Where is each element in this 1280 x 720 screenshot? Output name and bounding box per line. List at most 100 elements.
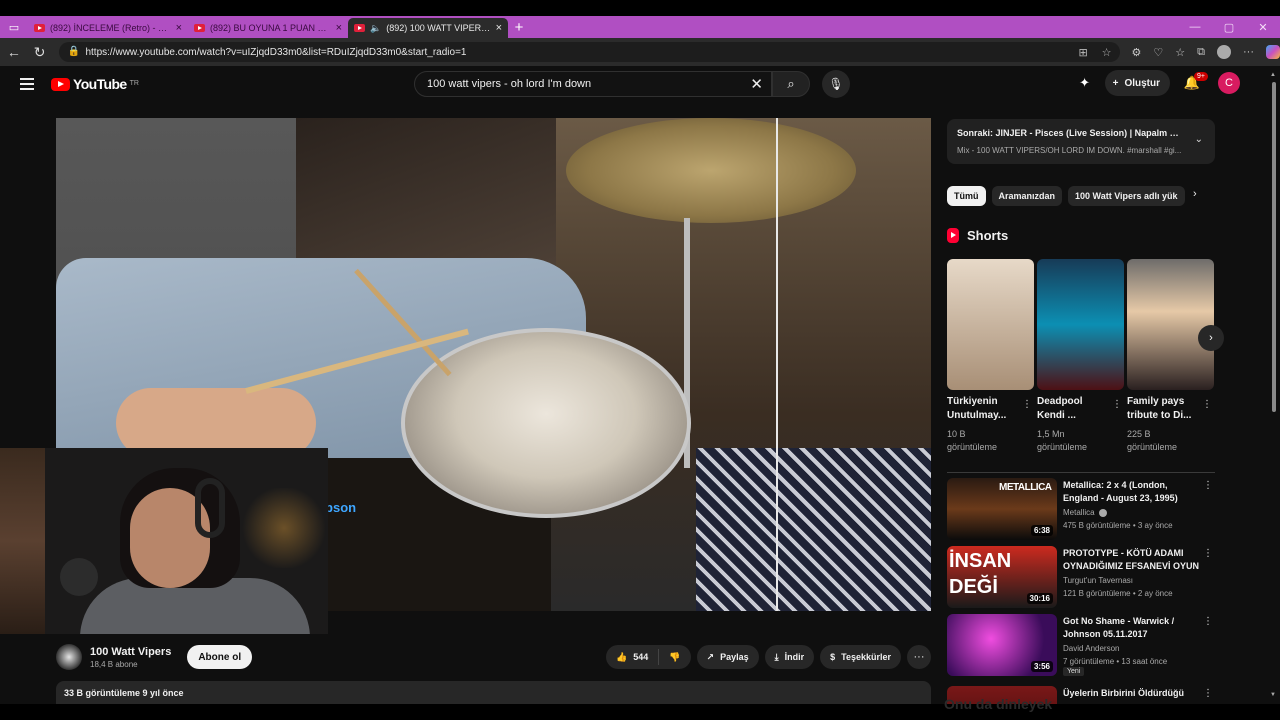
favorite-star-icon[interactable]: ☆ xyxy=(1102,46,1112,59)
cymbal xyxy=(566,118,856,223)
video-thumbnail[interactable]: METALLICA 6:38 xyxy=(947,478,1057,540)
video-item[interactable]: İNSAN DEĞİ 30:16 PROTOTYPE - KÖTÜ ADAMI … xyxy=(947,546,1215,610)
copilot-icon[interactable] xyxy=(1266,45,1280,59)
chip-from-search[interactable]: Aramanızdan xyxy=(991,186,1063,206)
channel-row: 100 Watt Vipers 18,4 B abone Abone ol 👍 … xyxy=(56,640,931,674)
scroll-up-arrow-icon[interactable]: ▲ xyxy=(1270,72,1276,78)
create-button[interactable]: + Oluştur xyxy=(1104,70,1170,96)
page-scrollbar[interactable]: ▲ ▼ xyxy=(1268,66,1280,704)
short-title[interactable]: Deadpool Kendi ... xyxy=(1037,395,1109,423)
new-tab-icon[interactable]: + xyxy=(508,16,530,38)
video-thumbnail[interactable]: İNSAN DEĞİ 30:16 xyxy=(947,546,1057,608)
clear-search-icon[interactable]: ✕ xyxy=(750,75,763,93)
tab-close-icon[interactable]: × xyxy=(336,22,342,34)
more-actions-icon[interactable]: ··· xyxy=(907,645,931,669)
video-meta: 475 B görüntüleme • 3 ay önce xyxy=(1063,521,1173,530)
thanks-button[interactable]: $ Teşekkürler xyxy=(820,645,901,669)
search-button[interactable]: ⌕ xyxy=(772,71,810,97)
short-title[interactable]: Family pays tribute to Di... xyxy=(1127,395,1199,423)
browser-tab-3[interactable]: 🔈 (892) 100 WATT VIPERS/OH × xyxy=(348,18,508,38)
video-title[interactable]: Got No Shame - Warwick / Johnson 05.11.2… xyxy=(1063,615,1203,641)
browser-tab-2[interactable]: (892) BU OYUNA 1 PUAN VERİYO × xyxy=(188,18,348,38)
browser-essentials-icon[interactable]: ♡ xyxy=(1153,46,1163,59)
short-views-suffix: görüntüleme xyxy=(1037,442,1088,452)
youtube-logo[interactable]: YouTube TR xyxy=(51,76,139,92)
search-input[interactable]: 100 watt vipers - oh lord I'm down ✕ xyxy=(414,71,772,97)
short-title[interactable]: Türkiyenin Unutulmay... xyxy=(947,395,1019,423)
search-value: 100 watt vipers - oh lord I'm down xyxy=(427,78,592,90)
account-avatar[interactable]: C xyxy=(1218,72,1240,94)
download-button[interactable]: ⤓ İndir xyxy=(764,645,815,669)
kebab-menu-icon[interactable]: ⋮ xyxy=(1203,688,1213,699)
collections-icon[interactable]: ⧉ xyxy=(1197,46,1205,59)
hamburger-menu-icon[interactable] xyxy=(20,78,34,90)
like-button[interactable]: 👍 544 xyxy=(606,649,660,665)
share-button[interactable]: ↗ Paylaş xyxy=(696,645,759,669)
shorts-next-button[interactable]: › xyxy=(1198,325,1224,351)
settings-more-icon[interactable]: ··· xyxy=(1243,46,1254,58)
scrollbar-thumb[interactable] xyxy=(1272,82,1276,412)
browser-tab-bar: ▭ (892) İNCELEME (Retro) - MAX PA × (892… xyxy=(0,16,1280,38)
video-thumbnail[interactable]: 3:56 xyxy=(947,614,1057,676)
video-title[interactable]: Metallica: 2 x 4 (London, England - Augu… xyxy=(1063,479,1203,505)
minimize-icon[interactable]: — xyxy=(1178,16,1212,38)
notifications-button[interactable]: 🔔 9+ xyxy=(1180,71,1208,95)
favorites-icon[interactable]: ☆ xyxy=(1175,46,1185,59)
kebab-menu-icon[interactable]: ⋮ xyxy=(1112,399,1122,410)
speaker-icon[interactable]: 🔈 xyxy=(370,23,381,34)
kebab-menu-icon[interactable]: ⋮ xyxy=(1203,480,1213,491)
like-count: 544 xyxy=(633,652,649,662)
short-thumbnail[interactable] xyxy=(947,259,1034,390)
close-window-icon[interactable]: ✕ xyxy=(1246,16,1280,38)
short-item[interactable]: Türkiyenin Unutulmay... ⋮ 10 B görüntüle… xyxy=(947,259,1034,452)
short-thumbnail[interactable] xyxy=(1037,259,1124,390)
download-icon: ⤓ xyxy=(774,651,779,662)
short-thumbnail[interactable] xyxy=(1127,259,1214,390)
chip-channel-uploads[interactable]: 100 Watt Vipers adlı yük xyxy=(1068,186,1185,206)
subscribe-button[interactable]: Abone ol xyxy=(187,645,253,669)
browser-tab-1[interactable]: (892) İNCELEME (Retro) - MAX PA × xyxy=(28,18,188,38)
kebab-menu-icon[interactable]: ⋮ xyxy=(1203,616,1213,627)
chevron-down-icon[interactable]: ⌄ xyxy=(1195,134,1203,145)
app-available-icon[interactable]: ⊞ xyxy=(1078,46,1087,59)
video-channel[interactable]: David Anderson xyxy=(1063,644,1119,653)
channel-avatar[interactable] xyxy=(56,644,82,670)
sparkle-icon[interactable]: ✦ xyxy=(1075,73,1095,93)
video-title[interactable]: PROTOTYPE - KÖTÜ ADAMI OYNADIĞIMIZ EFSAN… xyxy=(1063,547,1203,573)
short-item[interactable]: Family pays tribute to Di... ⋮ 225 B gör… xyxy=(1127,259,1214,452)
up-next-panel[interactable]: Sonraki: JINJER - Pisces (Live Session) … xyxy=(947,119,1215,164)
address-bar[interactable]: 🔒 https://www.youtube.com/watch?v=uIZjqd… xyxy=(59,42,1120,62)
refresh-icon[interactable]: ↻ xyxy=(28,40,52,64)
chevron-right-icon[interactable]: › xyxy=(1193,188,1197,200)
video-title[interactable]: Üyelerin Birbirini Öldürdüğü xyxy=(1063,687,1203,700)
maximize-icon[interactable]: ▢ xyxy=(1212,16,1246,38)
dislike-button[interactable]: 👎 xyxy=(659,652,690,663)
kebab-menu-icon[interactable]: ⋮ xyxy=(1202,399,1212,410)
profile-icon[interactable] xyxy=(1217,45,1232,59)
video-item[interactable]: METALLICA 6:38 Metallica: 2 x 4 (London,… xyxy=(947,478,1215,542)
tab-actions-icon[interactable]: ▭ xyxy=(0,16,28,38)
extensions-icon[interactable]: ⚙ xyxy=(1132,46,1142,59)
share-label: Paylaş xyxy=(720,652,749,662)
chip-all[interactable]: Tümü xyxy=(947,186,986,206)
youtube-favicon-icon xyxy=(354,24,365,32)
thanks-label: Teşekkürler xyxy=(841,652,891,662)
create-label: Oluştur xyxy=(1124,77,1160,89)
tab-close-icon[interactable]: × xyxy=(176,22,182,34)
mic-cable xyxy=(776,118,778,611)
video-channel[interactable]: Turgut'un Tavernası xyxy=(1063,576,1133,585)
country-code: TR xyxy=(129,80,139,87)
kebab-menu-icon[interactable]: ⋮ xyxy=(1203,548,1213,559)
video-item[interactable]: 3:56 Got No Shame - Warwick / Johnson 05… xyxy=(947,614,1215,678)
tab-close-icon[interactable]: × xyxy=(496,22,502,34)
chevron-right-icon: › xyxy=(1209,332,1213,344)
video-channel[interactable]: Metallica xyxy=(1063,508,1107,517)
short-item[interactable]: Deadpool Kendi ... ⋮ 1,5 Mn görüntüleme xyxy=(1037,259,1124,452)
kebab-menu-icon[interactable]: ⋮ xyxy=(1022,399,1032,410)
scroll-down-arrow-icon[interactable]: ▼ xyxy=(1270,692,1276,698)
voice-search-button[interactable]: 🎙 xyxy=(822,70,850,98)
channel-name[interactable]: 100 Watt Vipers xyxy=(90,646,171,658)
back-arrow-icon[interactable]: ← xyxy=(2,40,26,64)
duration-badge: 30:16 xyxy=(1026,593,1053,604)
overlay-listen-text: Onu da dinleyek xyxy=(944,696,1053,712)
